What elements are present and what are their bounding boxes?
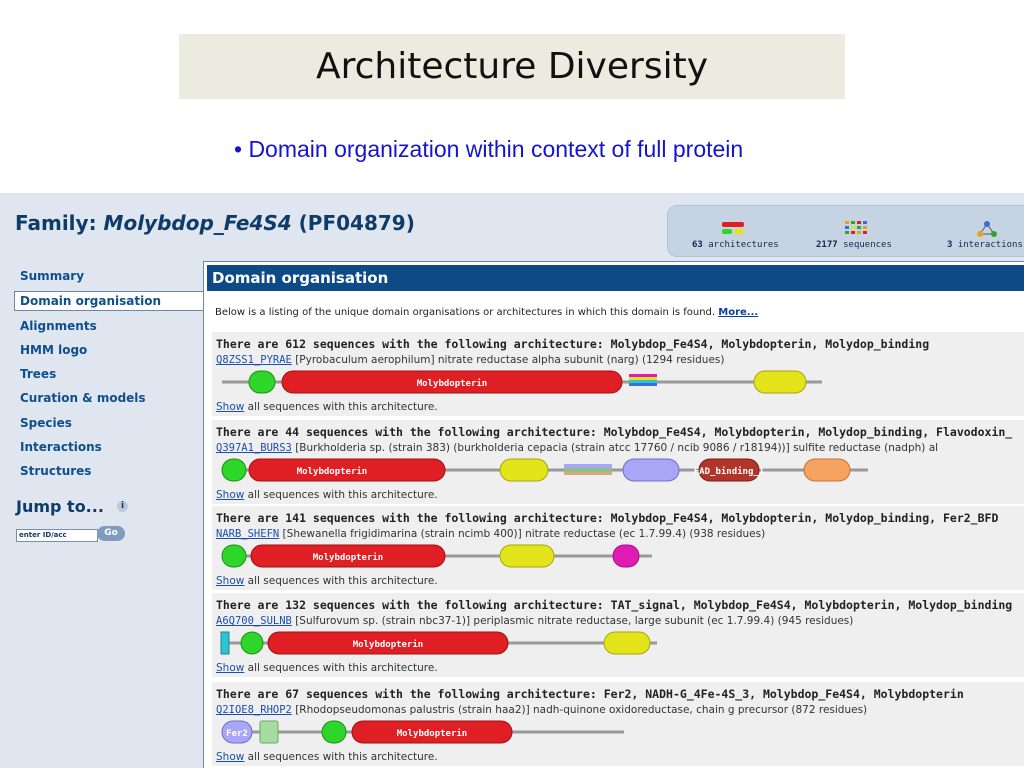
domain-molydop-binding [499, 544, 555, 568]
domain-label-molybdopterin: Molybdopterin [353, 639, 423, 650]
show-line: Show all sequences with this architectur… [216, 662, 438, 674]
family-title: Family: Molybdop_Fe4S4 (PF04879) [15, 211, 415, 235]
domain-molybdop-fe4s4 [321, 720, 347, 744]
sequence-line: A6Q700_SULNB [Sulfurovum sp. (strain nbc… [216, 615, 854, 627]
family-accession: (PF04879) [291, 211, 415, 235]
domain-label-molybdopterin: Molybdopterin [397, 728, 467, 739]
architecture-row: There are 141 sequences with the followi… [212, 506, 1024, 590]
more-link[interactable]: More... [718, 307, 758, 318]
slide-title-text: Architecture Diversity [316, 46, 708, 87]
domain-flavodoxin [622, 458, 680, 482]
domain-tat-signal [220, 631, 230, 655]
interactions-icon [977, 221, 997, 237]
stat-sequences[interactable]: 2177 sequences [816, 240, 892, 250]
pfam-screenshot: Family: Molybdop_Fe4S4 (PF04879) 63 arch… [0, 193, 1024, 768]
show-link[interactable]: Show [216, 489, 244, 501]
domain-molybdop-fe4s4 [240, 631, 264, 655]
sidebar-item-species[interactable]: Species [20, 416, 72, 430]
architectures-icon [722, 222, 744, 234]
domain-molybdop-fe4s4 [221, 544, 247, 568]
jump-to-input[interactable]: enter ID/acc [16, 529, 98, 542]
show-link[interactable]: Show [216, 662, 244, 674]
show-line: Show all sequences with this architectur… [216, 489, 438, 501]
slide-title: Architecture Diversity [179, 34, 845, 99]
sequence-link[interactable]: Q2IOE8_RHOP2 [216, 704, 292, 716]
sequence-line: Q397A1_BURS3 [Burkholderia sp. (strain 3… [216, 442, 939, 454]
section-header: Domain organisation [207, 265, 1024, 291]
sequence-link[interactable]: Q397A1_BURS3 [216, 442, 292, 454]
sidebar-item-hmm-logo[interactable]: HMM logo [20, 343, 87, 357]
stat-architectures[interactable]: 63 architectures [692, 240, 779, 250]
domain-molydop-binding [753, 370, 807, 394]
sidebar-item-curation-models[interactable]: Curation & models [20, 391, 146, 405]
family-name: Molybdop_Fe4S4 [103, 211, 292, 235]
domain-fer2-bfd [612, 544, 640, 568]
architecture-heading: There are 132 sequences with the followi… [216, 598, 1013, 612]
sidebar-item-trees[interactable]: Trees [20, 367, 56, 381]
sequence-link[interactable]: A6Q700_SULNB [216, 615, 292, 627]
domain-graphic[interactable]: Molybdopterin [212, 629, 1024, 659]
architecture-heading: There are 67 sequences with the followin… [216, 687, 964, 701]
domain-molybdop-fe4s4 [221, 458, 247, 482]
sidebar-item-summary[interactable]: Summary [20, 269, 84, 283]
domain-molydop-binding [603, 631, 651, 655]
domain-molydop-binding [499, 458, 549, 482]
domain-orange [803, 458, 851, 482]
sidebar-item-interactions[interactable]: Interactions [20, 440, 102, 454]
intro-text: Below is a listing of the unique domain … [215, 307, 759, 318]
architecture-heading: There are 141 sequences with the followi… [216, 511, 999, 525]
domain-label-molybdopterin: Molybdopterin [297, 466, 367, 477]
sidebar-item-domain-organisation[interactable]: Domain organisation [14, 291, 210, 311]
domain-label-fer2: Fer2 [226, 729, 248, 739]
domain-graphic[interactable]: Molybdopterin FAD_binding_1 [212, 456, 1024, 486]
jump-to-label: Jump to... [16, 497, 104, 516]
sequence-line: Q8ZSS1_PYRAE [Pyrobaculum aerophilum] ni… [216, 354, 725, 366]
domain-graphic[interactable]: Fer2 Molybdopterin [212, 718, 1024, 748]
slide-bullet: • Domain organization within context of … [234, 136, 744, 162]
sequence-line: NARB_SHEFN [Shewanella frigidimarina (st… [216, 528, 766, 540]
sequence-link[interactable]: NARB_SHEFN [216, 528, 279, 540]
sequence-link[interactable]: Q8ZSS1_PYRAE [216, 354, 292, 366]
show-line: Show all sequences with this architectur… [216, 401, 438, 413]
domain-label-molybdopterin: Molybdopterin [313, 552, 383, 563]
domain-nadh-g-4fe-4s-3 [259, 720, 279, 744]
show-link[interactable]: Show [216, 575, 244, 587]
architecture-heading: There are 44 sequences with the followin… [216, 425, 1013, 439]
stat-interactions[interactable]: 3 interactions [947, 240, 1023, 250]
domain-graphic[interactable]: Molybdopterin [212, 542, 1024, 572]
show-link[interactable]: Show [216, 751, 244, 763]
domain-label-fad-binding: FAD_binding_1 [694, 466, 764, 477]
architecture-row: There are 44 sequences with the followin… [212, 420, 1024, 504]
show-line: Show all sequences with this architectur… [216, 575, 438, 587]
architecture-heading: There are 612 sequences with the followi… [216, 337, 930, 351]
info-icon[interactable]: i [117, 501, 128, 512]
architecture-row: There are 67 sequences with the followin… [212, 682, 1024, 766]
main-content: Domain organisation Below is a listing o… [203, 261, 1024, 768]
sequence-line: Q2IOE8_RHOP2 [Rhodopseudomonas palustris… [216, 704, 868, 716]
go-button[interactable]: Go [97, 526, 125, 541]
family-prefix: Family: [15, 211, 104, 235]
show-line: Show all sequences with this architectur… [216, 751, 438, 763]
domain-label-molybdopterin: Molybdopterin [417, 378, 487, 389]
family-stats-panel: 63 architectures 2177 sequences 3 intera… [667, 205, 1024, 257]
sequences-icon [845, 221, 867, 234]
architecture-row: There are 612 sequences with the followi… [212, 332, 1024, 416]
sidebar-item-alignments[interactable]: Alignments [20, 319, 97, 333]
domain-molybdop-fe4s4 [248, 370, 276, 394]
domain-graphic[interactable]: Molybdopterin [212, 368, 1024, 398]
show-link[interactable]: Show [216, 401, 244, 413]
sidebar-item-structures[interactable]: Structures [20, 464, 91, 478]
architecture-row: There are 132 sequences with the followi… [212, 593, 1024, 677]
